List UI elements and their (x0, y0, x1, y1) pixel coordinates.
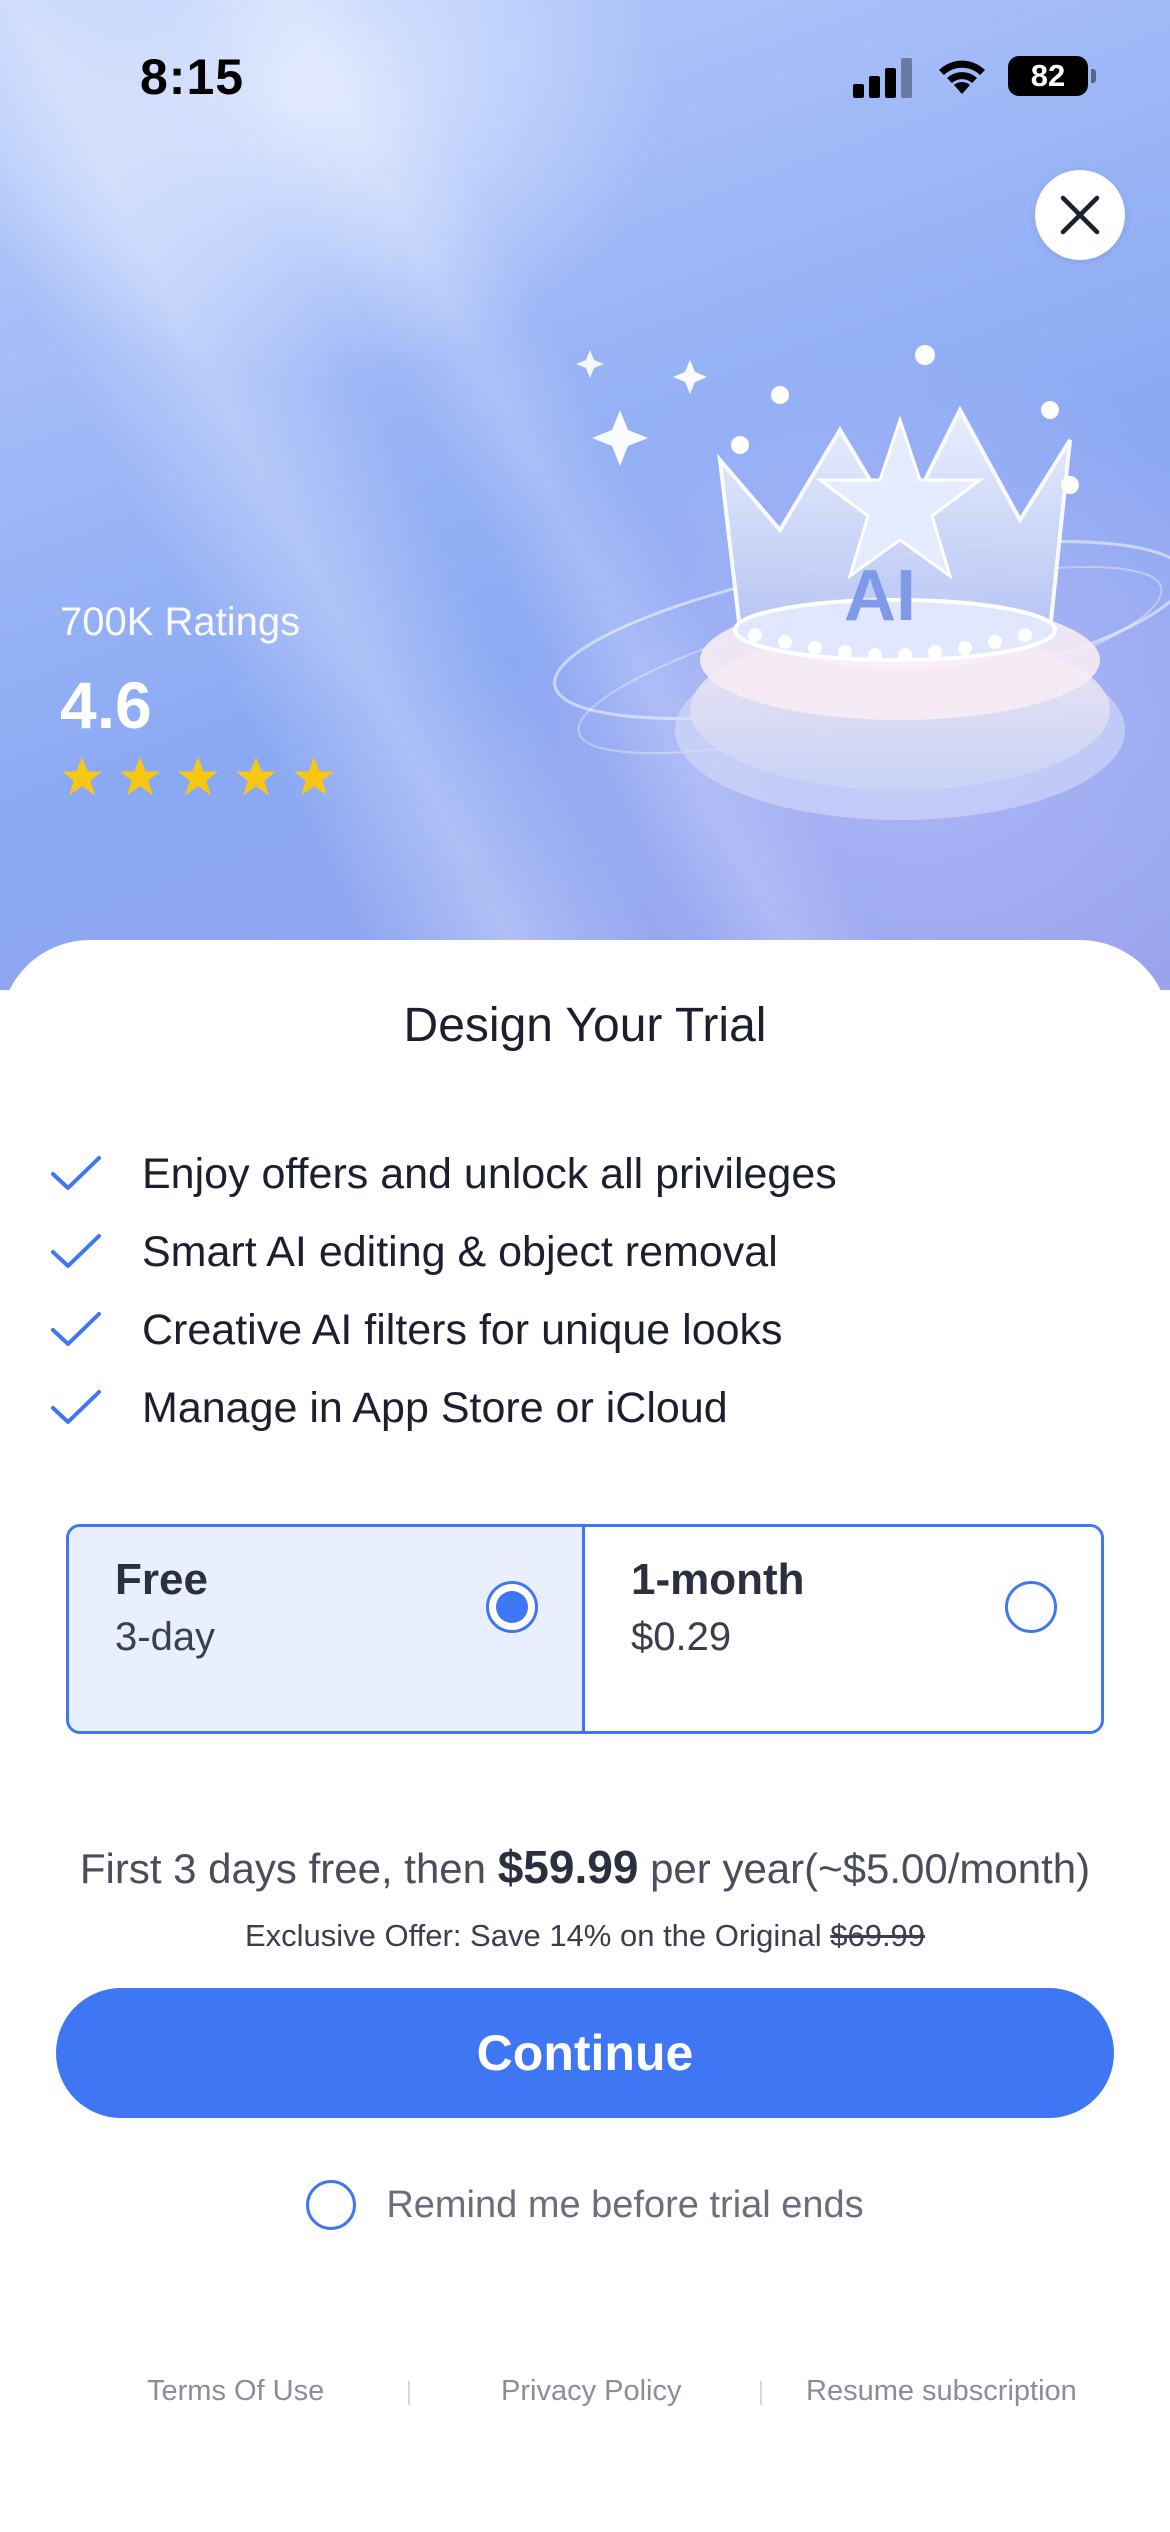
continue-button[interactable]: Continue (56, 1988, 1114, 2118)
battery-icon: 82 (1008, 56, 1096, 96)
rating-score: 4.6 (60, 668, 152, 742)
status-time: 8:15 (140, 49, 245, 105)
feature-list: Enjoy offers and unlock all privileges S… (50, 1135, 837, 1447)
ratings-block: 700K Ratings 4.6 (60, 600, 336, 799)
footer-divider (408, 2381, 410, 2405)
original-price: $69.99 (830, 1918, 926, 1953)
feature-text: Enjoy offers and unlock all privileges (142, 1149, 837, 1198)
crown-illustration: AI (553, 345, 1170, 820)
price-line: First 3 days free, then $59.99 per year(… (0, 1840, 1170, 1894)
offer-text: Exclusive Offer: Save 14% on the Origina… (244, 1918, 831, 1953)
star-icon (119, 756, 161, 796)
feature-text: Smart AI editing & object removal (142, 1227, 778, 1276)
plan-option-free[interactable]: Free 3-day (69, 1527, 585, 1731)
check-icon (51, 1234, 101, 1268)
footer-divider (760, 2381, 762, 2405)
price-prefix: First 3 days free, then (79, 1845, 498, 1892)
plan-radio-selected[interactable] (486, 1581, 538, 1633)
footer-links: Terms Of Use Privacy Policy Resume subsc… (0, 2375, 1170, 2425)
feature-text: Creative AI filters for unique looks (142, 1305, 783, 1354)
star-icon (177, 756, 219, 796)
hero-banner: AI 8:15 82 700K Ratings 4.6 (0, 0, 1170, 990)
feature-text: Manage in App Store or iCloud (142, 1383, 728, 1432)
terms-link[interactable]: Terms Of Use (147, 2375, 324, 2408)
plan-name: Free (115, 1555, 208, 1604)
privacy-link[interactable]: Privacy Policy (501, 2375, 682, 2408)
close-button[interactable] (1035, 170, 1125, 260)
ratings-count: 700K Ratings (60, 600, 301, 644)
plan-radio[interactable] (1005, 1581, 1057, 1633)
plan-detail: $0.29 (631, 1615, 732, 1659)
star-icon (235, 756, 277, 796)
feature-item: Manage in App Store or iCloud (50, 1369, 837, 1447)
price-amount: $59.99 (497, 1841, 639, 1893)
sheet-title: Design Your Trial (403, 999, 767, 1052)
plan-name: 1-month (631, 1555, 805, 1604)
check-icon (51, 1390, 101, 1424)
feature-item: Enjoy offers and unlock all privileges (50, 1135, 837, 1213)
offer-line: Exclusive Offer: Save 14% on the Origina… (0, 1918, 1170, 1954)
battery-level: 82 (1030, 58, 1066, 93)
status-bar: 8:15 82 (0, 0, 1170, 150)
star-rating (60, 755, 336, 799)
price-suffix: per year(~$5.00/month) (638, 1845, 1091, 1892)
remind-label: Remind me before trial ends (386, 2183, 864, 2226)
plan-detail: 3-day (115, 1615, 216, 1659)
plan-selector: Free 3-day 1-month $0.29 (66, 1524, 1104, 1734)
resume-subscription-link[interactable]: Resume subscription (806, 2375, 1077, 2408)
feature-item: Smart AI editing & object removal (50, 1213, 837, 1291)
check-icon (51, 1312, 101, 1346)
close-icon (1060, 195, 1100, 235)
crown-ai-label: AI (844, 556, 916, 636)
signal-icon (853, 58, 912, 98)
plan-option-1-month[interactable]: 1-month $0.29 (585, 1527, 1101, 1731)
star-icon (293, 756, 335, 796)
trial-sheet: Design Your Trial Enjoy offers and unloc… (0, 940, 1170, 2532)
remind-toggle[interactable]: Remind me before trial ends (0, 2145, 1170, 2265)
feature-item: Creative AI filters for unique looks (50, 1291, 837, 1369)
wifi-icon (939, 60, 985, 94)
star-icon (61, 756, 103, 796)
check-icon (51, 1156, 101, 1190)
remind-radio[interactable] (306, 2180, 357, 2230)
